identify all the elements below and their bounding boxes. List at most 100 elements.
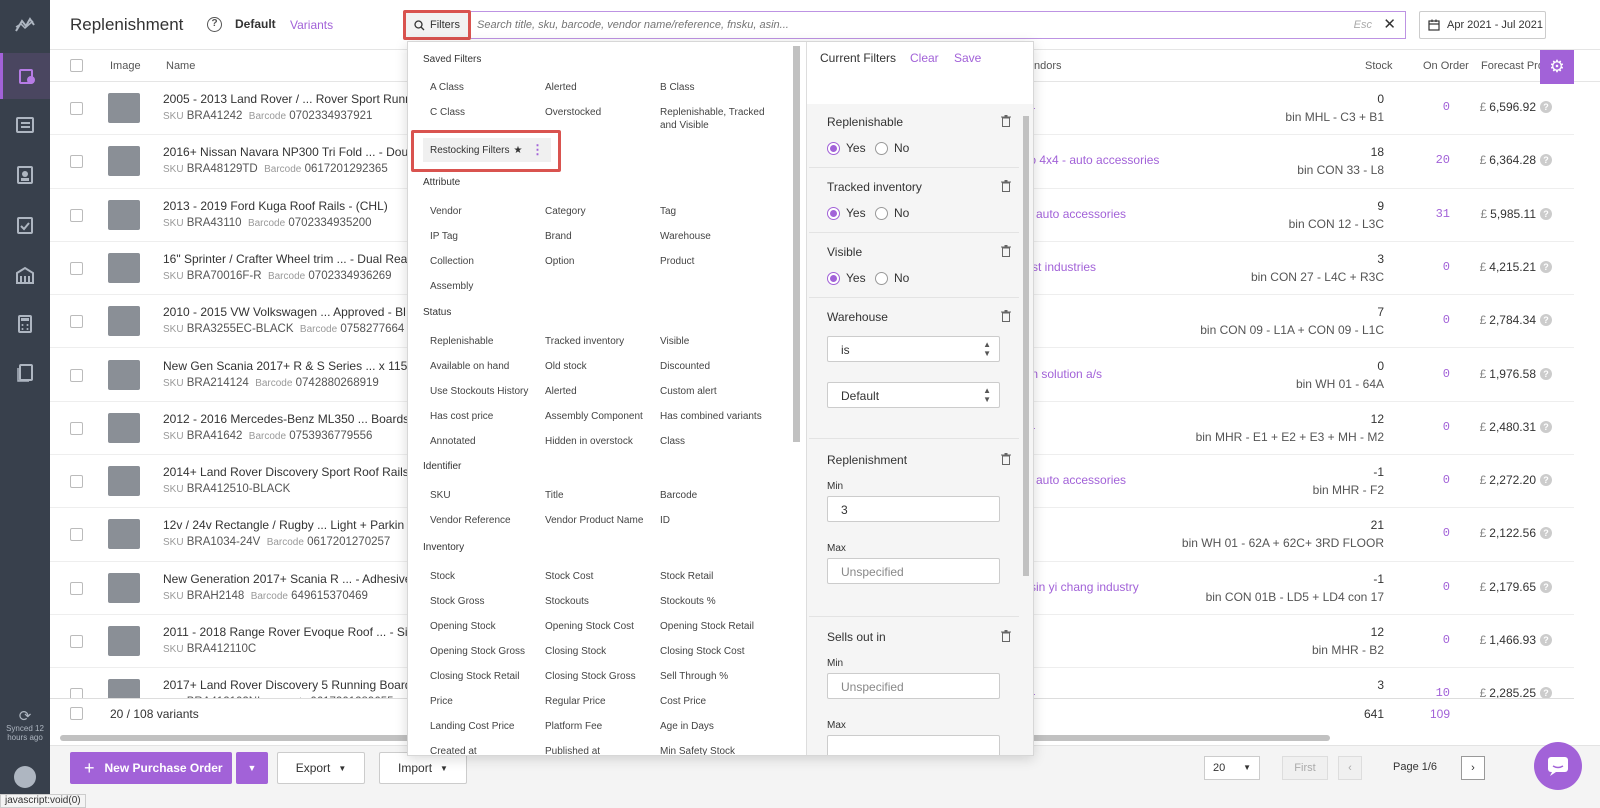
filters-button[interactable]: Filters <box>403 10 471 40</box>
product-thumbnail[interactable] <box>108 252 140 283</box>
filter-option[interactable]: Visible <box>660 335 689 348</box>
filter-catalog-scrollbar[interactable] <box>792 46 801 751</box>
product-thumbnail[interactable] <box>108 626 140 656</box>
row-checkbox[interactable] <box>70 421 83 435</box>
question-icon[interactable]: ? <box>1540 367 1552 380</box>
filter-option[interactable]: Platform Fee <box>545 720 602 733</box>
filter-option[interactable]: Use Stockouts History <box>430 385 528 398</box>
list-icon[interactable] <box>0 102 50 148</box>
view-selector[interactable]: Default <box>235 17 276 31</box>
question-icon[interactable]: ? <box>1540 420 1552 433</box>
saved-filter-item[interactable]: B Class <box>660 81 770 94</box>
on-order-link[interactable]: 0 <box>1443 420 1450 434</box>
filter-option[interactable]: Tracked inventory <box>545 335 624 348</box>
saved-filter-item[interactable]: Overstocked <box>545 106 655 119</box>
filter-option[interactable]: Closing Stock <box>545 645 606 658</box>
filter-option[interactable]: Brand <box>545 230 572 243</box>
row-checkbox[interactable] <box>70 102 83 115</box>
question-icon[interactable]: ? <box>1540 260 1552 273</box>
search-input[interactable] <box>477 19 1337 31</box>
row-checkbox[interactable] <box>70 475 83 489</box>
current-filters-scrollbar[interactable] <box>1021 104 1031 750</box>
on-order-link[interactable]: 0 <box>1443 633 1450 647</box>
filter-option[interactable]: Collection <box>430 255 474 268</box>
question-icon[interactable]: ? <box>1540 634 1552 646</box>
filter-option[interactable]: Warehouse <box>660 230 711 243</box>
scrollbar-thumb[interactable] <box>1023 116 1029 576</box>
scrollbar-thumb[interactable] <box>793 46 800 442</box>
filter-option[interactable]: Tag <box>660 205 676 218</box>
replenishment-min-input[interactable]: 3 <box>827 496 1000 522</box>
sells-out-min-input[interactable]: Unspecified <box>827 673 1000 699</box>
filter-option[interactable]: Vendor Product Name <box>545 514 643 527</box>
first-page-button[interactable]: First <box>1282 756 1328 780</box>
filter-option[interactable]: Vendor Reference <box>430 514 511 527</box>
filter-option[interactable]: Has combined variants <box>660 410 762 423</box>
product-name[interactable]: 12v / 24v Rectangle / Rugby ... Light + … <box>163 518 404 532</box>
logo-icon[interactable] <box>0 2 50 48</box>
row-checkbox[interactable] <box>70 208 83 222</box>
product-name[interactable]: 2013 - 2019 Ford Kuga Roof Rails - (CHL) <box>163 199 388 213</box>
product-thumbnail[interactable] <box>108 306 140 337</box>
filter-option[interactable]: Age in Days <box>660 720 714 733</box>
filter-option[interactable]: Min Safety Stock <box>660 745 735 755</box>
prev-page-button[interactable]: ‹ <box>1338 756 1362 780</box>
question-icon[interactable]: ? <box>1540 580 1552 593</box>
product-thumbnail[interactable] <box>108 359 140 390</box>
filter-option[interactable]: SKU <box>430 489 451 502</box>
on-order-link[interactable]: 20 <box>1436 153 1450 167</box>
sells-out-max-input[interactable] <box>827 735 1000 755</box>
row-checkbox[interactable] <box>70 635 83 648</box>
saved-filter-item[interactable]: A Class <box>430 81 540 94</box>
product-name[interactable]: 2016+ Nissan Navara NP300 Tri Fold ... -… <box>163 145 408 159</box>
row-checkbox[interactable] <box>70 315 83 329</box>
col-on-order[interactable]: On Order <box>1423 60 1469 72</box>
filter-option[interactable]: Available on hand <box>430 360 509 373</box>
product-thumbnail[interactable] <box>108 412 140 443</box>
filter-option[interactable]: Stock <box>430 570 455 583</box>
calculator-icon[interactable] <box>0 301 50 347</box>
filter-option[interactable]: Old stock <box>545 360 587 373</box>
question-icon[interactable]: ? <box>1540 101 1552 113</box>
saved-filter-item[interactable]: Replenishable, Tracked and Visible <box>660 106 770 132</box>
question-icon[interactable]: ? <box>1540 314 1552 327</box>
question-icon[interactable]: ? <box>1540 474 1552 487</box>
variants-dropdown[interactable]: Variants <box>290 18 333 32</box>
radio-no[interactable]: No <box>875 141 909 155</box>
filter-option[interactable]: Stockouts <box>545 595 589 608</box>
footer-checkbox[interactable] <box>70 707 83 720</box>
vendor-link[interactable]: - hsin yi chang industry <box>1016 580 1139 594</box>
row-checkbox[interactable] <box>70 581 83 595</box>
replenishment-icon[interactable] <box>0 53 50 99</box>
col-stock[interactable]: Stock <box>1365 60 1393 72</box>
radio-no[interactable]: No <box>875 271 909 285</box>
on-order-link[interactable]: 0 <box>1443 473 1450 487</box>
filter-option[interactable]: Stock Gross <box>430 595 484 608</box>
filter-option[interactable]: ID <box>660 514 670 527</box>
filter-option[interactable]: Price <box>430 695 453 708</box>
filter-option[interactable]: Discounted <box>660 360 710 373</box>
filter-option[interactable]: Assembly Component <box>545 410 643 423</box>
row-checkbox[interactable] <box>70 368 83 382</box>
gear-icon[interactable]: ⚙ <box>1540 50 1574 84</box>
product-name[interactable]: 2010 - 2015 VW Volkswagen ... Approved -… <box>163 305 406 319</box>
filter-option[interactable]: Closing Stock Cost <box>660 645 744 658</box>
filter-option[interactable]: Class <box>660 435 685 448</box>
trash-icon[interactable] <box>1001 310 1011 322</box>
product-name[interactable]: 2012 - 2016 Mercedes-Benz ML350 ... Boar… <box>163 412 409 426</box>
row-checkbox[interactable] <box>70 528 83 542</box>
filter-option[interactable]: Regular Price <box>545 695 606 708</box>
new-purchase-order-button[interactable]: + New Purchase Order <box>70 752 232 784</box>
filter-option[interactable]: Barcode <box>660 489 697 502</box>
radio-no[interactable]: No <box>875 206 909 220</box>
warehouse-value-select[interactable]: Default ▲ ▼ <box>827 382 1000 408</box>
tasks-icon[interactable] <box>0 202 50 248</box>
radio-yes[interactable]: Yes <box>827 271 866 285</box>
product-thumbnail[interactable] <box>108 519 140 550</box>
question-icon[interactable]: ? <box>1540 154 1552 167</box>
on-order-link[interactable]: 0 <box>1443 313 1450 327</box>
help-icon[interactable]: ? <box>207 17 222 32</box>
next-page-button[interactable]: › <box>1461 756 1485 780</box>
product-name[interactable]: 2011 - 2018 Range Rover Evoque Roof ... … <box>163 625 410 639</box>
filter-option[interactable]: Title <box>545 489 564 502</box>
